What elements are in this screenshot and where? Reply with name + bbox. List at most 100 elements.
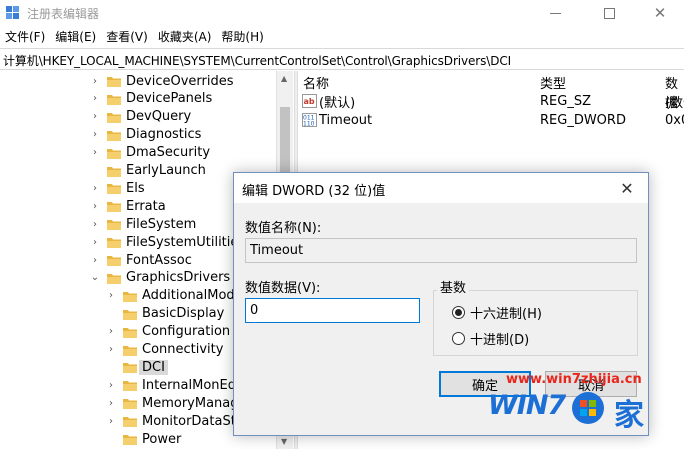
menu-favorites[interactable]: 收藏夹(A) [153, 27, 217, 47]
address-path[interactable]: 计算机\HKEY_LOCAL_MACHINE\SYSTEM\CurrentCon… [3, 52, 511, 69]
tree-item[interactable]: › MemoryManager [105, 394, 252, 412]
binary-value-icon: 011 110 [302, 113, 317, 127]
tree-item[interactable]: › FontAssoc [89, 251, 192, 269]
folder-icon [107, 148, 121, 159]
tree-item-label: Diagnostics [126, 127, 202, 143]
value-row[interactable]: ab (默认) [302, 92, 356, 111]
tree-item[interactable]: › Diagnostics [89, 126, 201, 144]
value-name: (默认) [319, 95, 356, 111]
chevron-right-icon[interactable]: › [89, 236, 101, 248]
chevron-right-icon[interactable]: › [89, 111, 101, 123]
tree-item-label: InternalMonEdid [142, 377, 248, 393]
tree-item-label: Connectivity [142, 342, 224, 357]
chevron-right-icon[interactable]: › [105, 344, 117, 356]
tree-item[interactable]: › Els [89, 179, 145, 197]
chevron-right-icon[interactable]: › [89, 129, 101, 141]
close-icon: ✕ [653, 4, 667, 22]
tree-item[interactable]: › AdditionalMode [105, 287, 243, 305]
tree-item[interactable]: › DevQuery [89, 108, 191, 126]
radio-hex-label: 十六进制(H) [470, 307, 542, 322]
menu-help[interactable]: 帮助(H) [216, 27, 268, 47]
tree-item[interactable]: › FileSystemUtilities [89, 233, 245, 251]
chevron-right-icon[interactable]: › [89, 218, 101, 230]
maximize-button[interactable] [586, 0, 632, 26]
tree-item-label: DevicePanels [126, 91, 213, 107]
tree-item[interactable]: › DevicePanels [89, 90, 212, 108]
tree-item-label: BasicDisplay [142, 306, 225, 322]
tree-item-label: DeviceOverrides [126, 73, 234, 89]
chevron-right-icon[interactable]: › [89, 200, 101, 212]
chevron-right-icon[interactable]: › [105, 397, 117, 409]
chevron-right-icon[interactable]: › [105, 379, 117, 391]
tree-item[interactable]: › FileSystem [89, 215, 196, 233]
tree-item-label: DevQuery [126, 109, 192, 125]
close-button[interactable]: ✕ [637, 0, 683, 26]
tree-item[interactable]: › DmaSecurity [89, 144, 210, 162]
menu-file[interactable]: 文件(F) [0, 27, 50, 47]
maximize-icon [603, 7, 615, 19]
chevron-right-icon[interactable]: › [105, 326, 117, 338]
chevron-right-icon[interactable]: › [89, 182, 101, 194]
dialog-close-button[interactable]: ✕ [612, 176, 642, 200]
column-name[interactable]: 名称 [303, 73, 329, 92]
chevron-right-icon[interactable]: › [89, 147, 101, 159]
tree-item[interactable]: EarlyLaunch [89, 162, 206, 180]
base-label: 基数 [437, 277, 470, 296]
value-row[interactable]: 011 110 Timeout [302, 111, 372, 129]
chevron-right-icon[interactable]: › [89, 93, 101, 105]
tree-item-label: Power [142, 431, 182, 447]
minimize-icon [549, 12, 561, 14]
scroll-down-icon[interactable]: ▼ [281, 437, 287, 446]
site-watermark: www.win7zhijia.cn WIN7 家 [488, 372, 684, 449]
chevron-right-icon [105, 433, 117, 445]
folder-icon [123, 381, 137, 392]
chevron-right-icon[interactable]: › [105, 290, 117, 302]
value-name-label: 数值名称(N): [245, 221, 322, 236]
folder-icon [107, 166, 121, 177]
value-type: REG_SZ [540, 93, 591, 109]
tree-item[interactable]: › DeviceOverrides [89, 72, 233, 90]
tree-item-label: EarlyLaunch [126, 163, 206, 178]
minimize-button[interactable] [532, 0, 578, 26]
folder-icon [107, 77, 121, 87]
column-type[interactable]: 类型 [540, 73, 566, 92]
tree-item[interactable]: › Connectivity [105, 341, 223, 359]
chevron-right-icon [105, 361, 117, 373]
radio-hexadecimal[interactable]: 十六进制(H) [452, 303, 542, 322]
value-data: 0x00000000 (0) [665, 112, 684, 128]
menu-edit[interactable]: 编辑(E) [50, 27, 101, 47]
value-name-field: Timeout [245, 238, 637, 263]
svg-text:110: 110 [303, 121, 315, 128]
value-data-label: 数值数据(V): [245, 281, 321, 296]
tree-item-label: Configuration [142, 324, 231, 340]
svg-text:ab: ab [304, 97, 315, 106]
tree-item-label: FileSystemUtilities [126, 234, 246, 250]
tree-item[interactable]: › Configuration [105, 323, 230, 341]
radio-checked-icon[interactable] [452, 306, 465, 319]
registry-editor-icon [6, 6, 19, 19]
watermark-brand-suffix: 家 [614, 398, 644, 433]
tree-item[interactable]: › Errata [89, 197, 166, 215]
watermark-brand: WIN7 [488, 390, 566, 421]
close-icon: ✕ [620, 178, 634, 198]
folder-icon [123, 399, 137, 410]
folder-icon [107, 273, 121, 284]
tree-item[interactable]: DCI [105, 358, 168, 376]
chevron-right-icon[interactable]: › [89, 75, 101, 87]
tree-item[interactable]: Power [105, 430, 181, 448]
folder-icon [123, 345, 137, 356]
radio-unchecked-icon[interactable] [452, 332, 465, 345]
tree-item[interactable]: ⌄ GraphicsDrivers [89, 269, 230, 287]
value-data-field[interactable]: 0 [245, 298, 420, 323]
chevron-right-icon[interactable]: › [89, 254, 101, 266]
address-bar[interactable]: 计算机\HKEY_LOCAL_MACHINE\SYSTEM\CurrentCon… [0, 48, 684, 70]
tree-item[interactable]: BasicDisplay [105, 305, 224, 323]
scroll-up-icon[interactable]: ▲ [281, 74, 287, 83]
chevron-right-icon[interactable]: › [105, 415, 117, 427]
chevron-down-icon[interactable]: ⌄ [89, 272, 101, 284]
tree-item[interactable]: › InternalMonEdid [105, 376, 248, 394]
tree-item-label: FileSystem [126, 216, 197, 232]
menu-view[interactable]: 查看(V) [101, 27, 153, 47]
radio-decimal[interactable]: 十进制(D) [452, 329, 529, 348]
dialog-title-bar: 编辑 DWORD (32 位)值 ✕ [234, 173, 648, 203]
